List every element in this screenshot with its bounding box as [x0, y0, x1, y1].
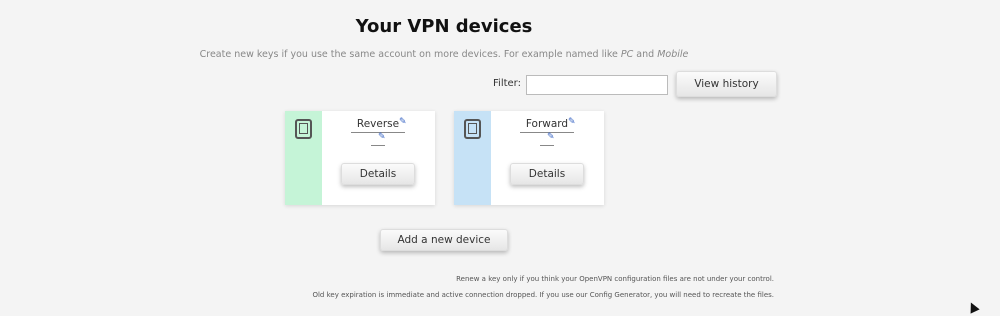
view-history-button[interactable]: View history	[676, 71, 777, 97]
device-name: Forward	[520, 118, 574, 133]
expiration-note: Old key expiration is immediate and acti…	[312, 291, 774, 299]
details-button[interactable]: Details	[510, 163, 584, 185]
edit-description-pencil-icon[interactable]: ✎	[378, 132, 386, 142]
device-color-strip	[285, 111, 322, 205]
subtitle-pc: PC	[620, 49, 634, 60]
device-card-reverse: Reverse ✎ ✎ Details	[285, 111, 435, 205]
page-subtitle: Create new keys if you use the same acco…	[0, 49, 888, 60]
subtitle-text: Create new keys if you use the same acco…	[199, 49, 621, 60]
subtitle-mobile: Mobile	[657, 49, 689, 60]
tablet-icon	[295, 119, 312, 139]
tablet-icon	[464, 119, 481, 139]
device-description	[371, 145, 385, 146]
edit-name-pencil-icon[interactable]: ✎	[399, 117, 407, 127]
renew-note: Renew a key only if you think your OpenV…	[456, 275, 774, 283]
details-button[interactable]: Details	[341, 163, 415, 185]
add-device-button[interactable]: Add a new device	[380, 229, 508, 251]
edit-name-pencil-icon[interactable]: ✎	[568, 117, 576, 127]
device-name: Reverse	[351, 118, 405, 133]
subtitle-and: and	[633, 49, 658, 60]
mouse-cursor-icon	[966, 300, 980, 314]
filter-label: Filter:	[493, 78, 521, 89]
device-card-forward: Forward ✎ ✎ Details	[454, 111, 604, 205]
filter-input[interactable]	[526, 75, 668, 95]
device-color-strip	[454, 111, 491, 205]
page-title: Your VPN devices	[355, 16, 533, 37]
edit-description-pencil-icon[interactable]: ✎	[547, 132, 555, 142]
device-description	[540, 145, 554, 146]
